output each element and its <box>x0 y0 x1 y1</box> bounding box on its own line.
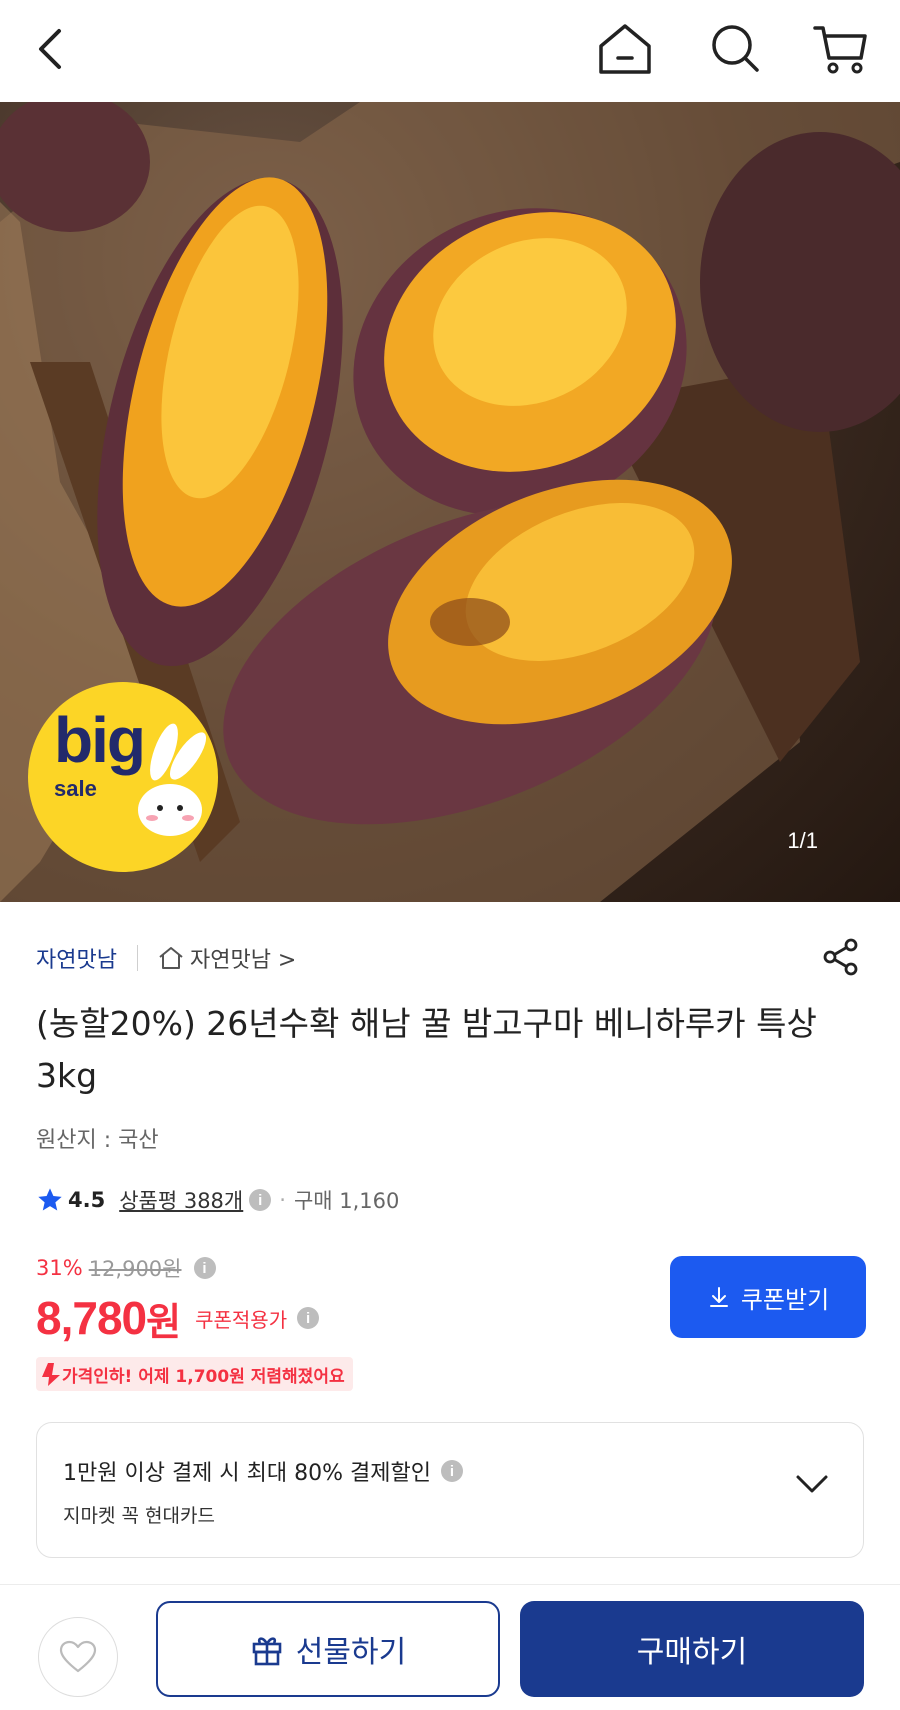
card-discount-line: 1만원 이상 결제 시 최대 80% 결제할인 i <box>63 1455 463 1487</box>
card-discount-box[interactable]: 1만원 이상 결제 시 최대 80% 결제할인 i 지마켓 꼭 현대카드 <box>36 1422 864 1558</box>
share-icon <box>823 938 858 976</box>
image-counter: 1/1 <box>787 828 818 853</box>
rating-score: 4.5 <box>68 1188 106 1212</box>
seller-row: 자연맛남 자연맛남 > <box>36 938 866 978</box>
cart-icon <box>813 26 867 74</box>
coupon-download-button[interactable]: 쿠폰받기 <box>670 1256 866 1338</box>
origin-label: 원산지 : 국산 <box>36 1128 159 1153</box>
badge-big-text: big <box>54 704 146 776</box>
product-title: (농할20%) 26년수확 해남 꿀 밤고구마 베니하루카 특상 3kg <box>36 1004 817 1095</box>
chevron-left-icon <box>39 29 61 69</box>
badge-sale-text: sale <box>54 776 97 801</box>
store-link[interactable]: 자연맛남 > <box>158 942 296 974</box>
heart-icon <box>59 1640 97 1673</box>
download-icon <box>709 1287 728 1307</box>
store-link-label: 자연맛남 > <box>189 948 297 973</box>
sale-price: 8,780 <box>36 1292 147 1344</box>
wishlist-button[interactable] <box>38 1617 118 1697</box>
coupon-price-label: 쿠폰적용가 <box>195 1307 288 1332</box>
purchase-count: 구매 1,160 <box>293 1189 400 1213</box>
info-icon[interactable]: i <box>249 1189 272 1211</box>
price-area: 31% 12,900원 i 8,780 원 쿠폰적용가 i 가격인하! 어제 1… <box>36 1252 866 1402</box>
card-name: 지마켓 꼭 현대카드 <box>63 1505 215 1527</box>
card-discount-text: 1만원 이상 결제 시 최대 80% 결제할인 <box>63 1461 431 1486</box>
price-drop-text: 가격인하! 어제 1,700원 저렴해졌어요 <box>62 1366 345 1387</box>
bottom-action-bar: 선물하기 구매하기 <box>0 1584 900 1710</box>
share-button[interactable] <box>816 932 866 982</box>
product-image[interactable]: big sale 1/1 <box>0 102 900 902</box>
review-count-link[interactable]: 상품평 388개 <box>119 1185 243 1215</box>
cart-button[interactable] <box>806 14 876 84</box>
star-icon <box>38 1188 62 1211</box>
big-sale-badge: big sale <box>28 682 218 872</box>
coupon-button-label: 쿠폰받기 <box>740 1285 830 1314</box>
original-price: 12,900원 <box>88 1257 182 1281</box>
price-drop-tag: 가격인하! 어제 1,700원 저렴해졌어요 <box>36 1357 353 1391</box>
top-nav-bar <box>0 0 900 102</box>
search-icon <box>712 25 759 72</box>
gift-button[interactable]: 선물하기 <box>156 1601 500 1697</box>
info-icon[interactable]: i <box>297 1307 320 1329</box>
home-icon <box>599 24 651 74</box>
arrow-down-icon <box>42 1363 60 1386</box>
rating-row: 4.5 상품평 388개 i · 구매 1,160 <box>36 1182 399 1218</box>
gift-button-label: 선물하기 <box>295 1635 407 1670</box>
price-drop-row: 가격인하! 어제 1,700원 저렴해졌어요 <box>36 1356 866 1392</box>
divider <box>136 945 138 971</box>
chevron-down-icon <box>796 1475 828 1493</box>
gift-icon <box>252 1637 282 1666</box>
home-button[interactable] <box>590 14 660 84</box>
separator-dot: · <box>279 1188 286 1212</box>
info-icon[interactable]: i <box>193 1257 216 1279</box>
back-button[interactable] <box>16 14 86 84</box>
buy-button-label: 구매하기 <box>636 1635 748 1670</box>
discount-percent: 31% <box>36 1256 83 1280</box>
price-unit: 원 <box>146 1299 182 1344</box>
buy-button[interactable]: 구매하기 <box>520 1601 864 1697</box>
store-home-icon <box>159 947 183 969</box>
search-button[interactable] <box>700 14 770 84</box>
seller-name-link[interactable]: 자연맛남 <box>36 942 117 974</box>
info-icon[interactable]: i <box>440 1460 463 1482</box>
